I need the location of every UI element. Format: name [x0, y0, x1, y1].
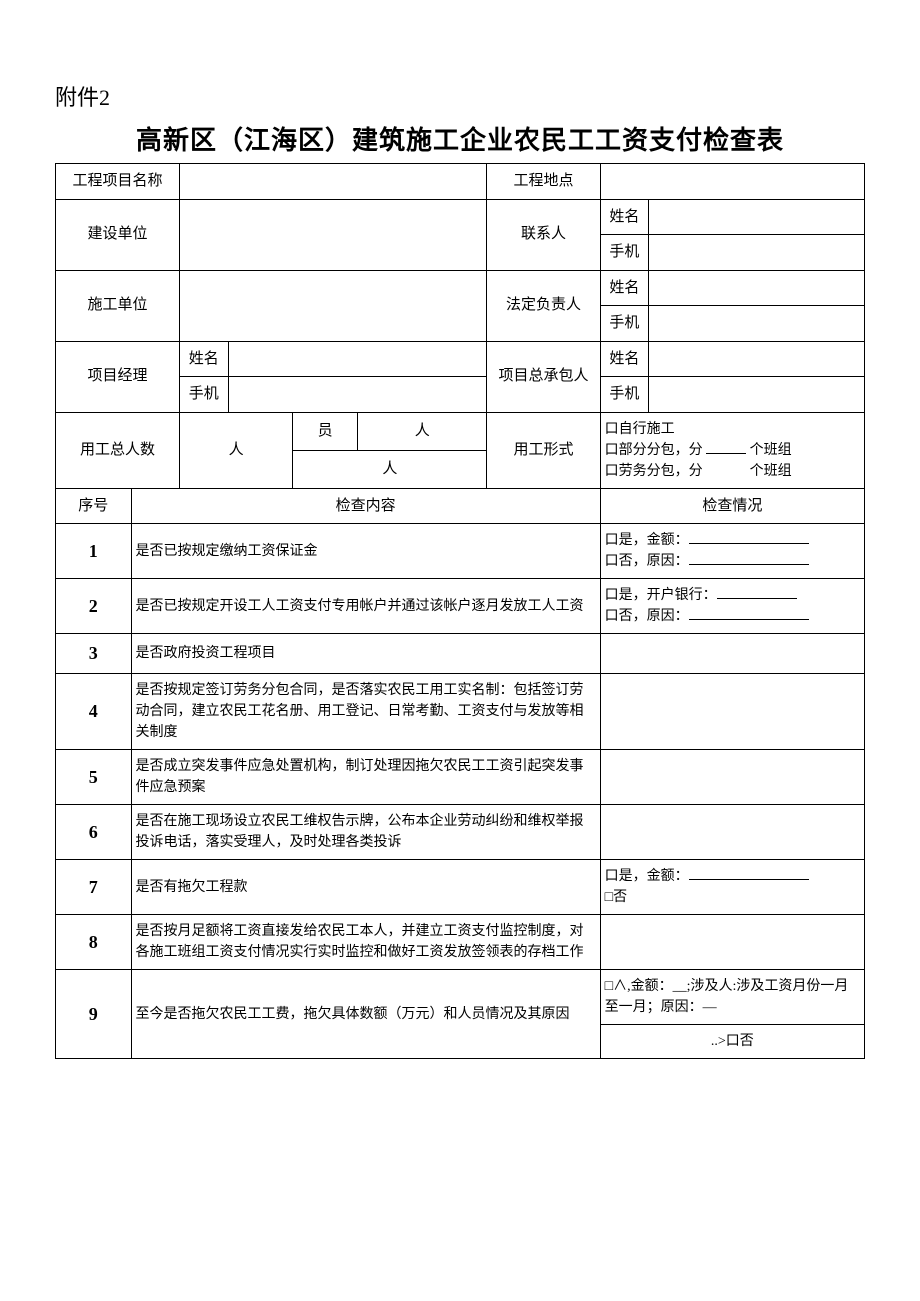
input-yuan-count[interactable]: 人: [357, 412, 486, 450]
content-1: 是否已按规定缴纳工资保证金: [131, 524, 600, 579]
input-legal-name[interactable]: [649, 270, 865, 306]
label-construction-unit: 施工单位: [56, 270, 180, 341]
status-5[interactable]: [600, 750, 864, 805]
input-contact-name[interactable]: [649, 199, 865, 235]
input-total-workers[interactable]: 人: [180, 412, 293, 488]
status-2[interactable]: 口是，开户银行： 口否，原因：: [600, 579, 864, 634]
input-work-form[interactable]: 口自行施工 口部分分包，分 个班组 口劳务分包，分 个班组: [600, 412, 864, 488]
seq-7: 7: [56, 860, 132, 915]
header-seq: 序号: [56, 488, 132, 524]
seq-9: 9: [56, 970, 132, 1059]
seq-1: 1: [56, 524, 132, 579]
page-title: 高新区（江海区）建筑施工企业农民工工资支付检查表: [55, 120, 865, 157]
status-3[interactable]: [600, 634, 864, 674]
label-pm-name: 姓名: [180, 341, 229, 377]
label-general-contractor: 项目总承包人: [487, 341, 600, 412]
status-7[interactable]: 口是，金额： □否: [600, 860, 864, 915]
input-construction-unit[interactable]: [180, 270, 487, 341]
content-7: 是否有拖欠工程款: [131, 860, 600, 915]
label-total-workers: 用工总人数: [56, 412, 180, 488]
input-other-count[interactable]: 人: [293, 450, 487, 488]
label-contact-name: 姓名: [600, 199, 649, 235]
seq-3: 3: [56, 634, 132, 674]
label-project-manager: 项目经理: [56, 341, 180, 412]
label-construction-owner: 建设单位: [56, 199, 180, 270]
label-project-location: 工程地点: [487, 164, 600, 200]
input-construction-owner[interactable]: [180, 199, 487, 270]
input-pm-name[interactable]: [228, 341, 487, 377]
content-8: 是否按月足额将工资直接发给农民工本人，并建立工资支付监控制度，对各施工班组工资支…: [131, 915, 600, 970]
seq-6: 6: [56, 805, 132, 860]
label-contact: 联系人: [487, 199, 600, 270]
label-gc-name: 姓名: [600, 341, 649, 377]
content-3: 是否政府投资工程项目: [131, 634, 600, 674]
status-4[interactable]: [600, 674, 864, 750]
annex-label: 附件2: [55, 80, 865, 112]
label-gc-phone: 手机: [600, 377, 649, 413]
header-content: 检查内容: [131, 488, 600, 524]
status-6[interactable]: [600, 805, 864, 860]
label-project-name: 工程项目名称: [56, 164, 180, 200]
status-9b[interactable]: ..>口否: [600, 1025, 864, 1059]
content-2: 是否已按规定开设工人工资支付专用帐户并通过该帐户逐月发放工人工资: [131, 579, 600, 634]
seq-8: 8: [56, 915, 132, 970]
label-yuan: 员: [293, 412, 358, 450]
label-legal-rep: 法定负责人: [487, 270, 600, 341]
status-1[interactable]: 口是，金额： 口否，原因：: [600, 524, 864, 579]
status-9a[interactable]: □∧,金额：__;涉及人:涉及工资月份一月至一月；原因：—: [600, 970, 864, 1025]
input-contact-phone[interactable]: [649, 235, 865, 271]
input-legal-phone[interactable]: [649, 306, 865, 342]
label-contact-phone: 手机: [600, 235, 649, 271]
content-4: 是否按规定签订劳务分包合同，是否落实农民工用工实名制：包括签订劳动合同，建立农民…: [131, 674, 600, 750]
label-work-form: 用工形式: [487, 412, 600, 488]
input-project-location[interactable]: [600, 164, 864, 200]
label-legal-phone: 手机: [600, 306, 649, 342]
seq-4: 4: [56, 674, 132, 750]
status-8[interactable]: [600, 915, 864, 970]
seq-2: 2: [56, 579, 132, 634]
content-9: 至今是否拖欠农民工工费，拖欠具体数额（万元）和人员情况及其原因: [131, 970, 600, 1059]
seq-5: 5: [56, 750, 132, 805]
input-pm-phone[interactable]: [228, 377, 487, 413]
content-6: 是否在施工现场设立农民工维权告示牌，公布本企业劳动纠纷和维权举报投诉电话，落实受…: [131, 805, 600, 860]
header-status: 检查情况: [600, 488, 864, 524]
input-gc-name[interactable]: [649, 341, 865, 377]
label-legal-name: 姓名: [600, 270, 649, 306]
input-gc-phone[interactable]: [649, 377, 865, 413]
content-5: 是否成立突发事件应急处置机构，制订处理因拖欠农民工工资引起突发事件应急预案: [131, 750, 600, 805]
label-pm-phone: 手机: [180, 377, 229, 413]
input-project-name[interactable]: [180, 164, 487, 200]
inspection-form-table: 工程项目名称 工程地点 建设单位 联系人 姓名 手机 施工单位 法定负责人 姓名…: [55, 163, 865, 1059]
